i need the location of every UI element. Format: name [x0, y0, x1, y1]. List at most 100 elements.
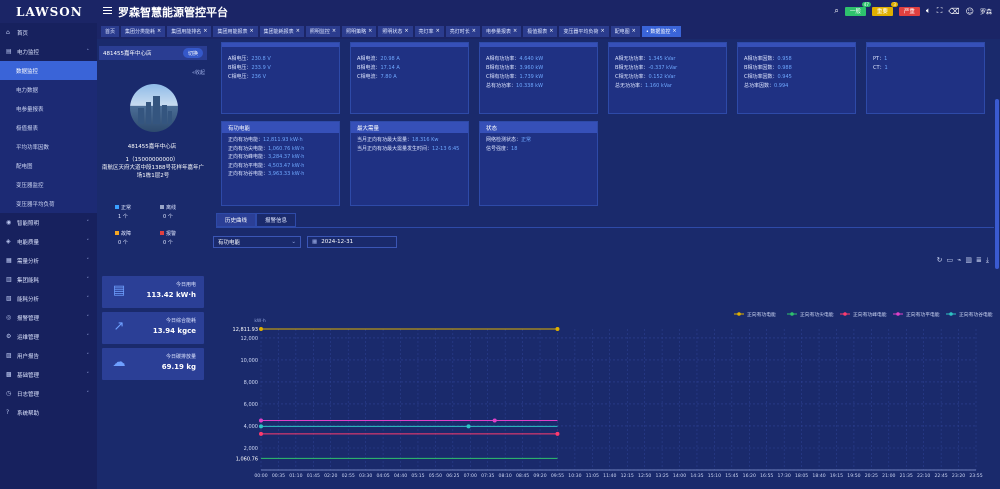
status-count: 1 个 — [118, 214, 128, 220]
x-tick-label: 14:00 — [673, 473, 686, 479]
metric-key: 正向有功尖电能： — [228, 145, 269, 152]
tab-item[interactable]: 极值报表 × — [523, 25, 558, 37]
sidebar-item-alarm[interactable]: ◎ 报警管理 ˅ — [0, 308, 97, 327]
metric-value: 233.9 V — [251, 65, 271, 71]
tab-item[interactable]: 集团分类能耗 × — [121, 25, 166, 37]
metric-value: 4,503.47 kW·h — [268, 162, 305, 169]
clear-icon[interactable]: ⌫ — [948, 7, 959, 16]
sidebar-item-label: 基础管理 — [17, 372, 40, 379]
close-icon[interactable]: × — [404, 28, 408, 34]
fullscreen-icon[interactable]: ⛶ — [937, 6, 943, 16]
close-icon[interactable]: × — [157, 28, 161, 34]
tab-item[interactable]: 集团能耗报表 × — [259, 25, 304, 37]
sidebar-item-home[interactable]: ⌂ 首页 — [0, 23, 97, 42]
metric-row: 网络检测状态：正常 — [486, 136, 591, 145]
close-icon[interactable]: × — [436, 28, 440, 34]
close-icon[interactable]: × — [600, 28, 604, 34]
metric-row: 总无功功率：1.160 kVar — [615, 82, 720, 91]
sidebar-item-log[interactable]: ◷ 日志管理 ˅ — [0, 384, 97, 403]
x-tick-label: 02:55 — [342, 473, 355, 479]
sidebar-item-basic[interactable]: ▩ 基础管理 ˅ — [0, 365, 97, 384]
sidebar-item-maintenance[interactable]: ⚙ 运维管理 ˅ — [0, 327, 97, 346]
tab-item[interactable]: 首页 — [101, 25, 120, 37]
sidebar-item-help[interactable]: ? 系统帮助 — [0, 403, 97, 422]
tab-label: 配电图 — [614, 28, 630, 35]
tab-label: 照明策略 — [346, 28, 367, 35]
username[interactable]: 罗森 — [980, 7, 992, 16]
sidebar-item-demand[interactable]: ▦ 需量分析 ˅ — [0, 251, 97, 270]
sidebar-subitem[interactable]: 配电图 — [0, 156, 97, 175]
y-tick-label: 4,000 — [244, 424, 258, 430]
sidebar-subitem[interactable]: 电参量报表 — [0, 99, 97, 118]
page-scrollbar[interactable] — [995, 99, 999, 269]
close-icon[interactable]: × — [203, 28, 207, 34]
x-tick-label: 01:45 — [307, 473, 320, 479]
close-icon[interactable]: × — [672, 28, 676, 34]
tab-item[interactable]: 亮灯率 × — [414, 25, 444, 37]
sidebar-item-analysis[interactable]: ▧ 能耗分析 ˅ — [0, 289, 97, 308]
close-icon[interactable]: × — [296, 28, 300, 34]
tab-item[interactable]: 照明状态 × — [378, 25, 413, 37]
series-point — [259, 327, 263, 331]
sidebar-subitem[interactable]: 电力数据 — [0, 80, 97, 99]
tab-item[interactable]: 亮灯时长 × — [445, 25, 480, 37]
tab-label: • 数据监控 — [645, 28, 671, 35]
tab-item[interactable]: 变压器平均负荷 × — [559, 25, 609, 37]
sidebar-subitem[interactable]: 变压器监控 — [0, 175, 97, 194]
analysis-icon: ▧ — [6, 295, 12, 302]
status-label: 报警 — [166, 231, 177, 237]
tab-item[interactable]: 集团用能报表 × — [213, 25, 258, 37]
sidebar-item-quality[interactable]: ◈ 电能质量 ˅ — [0, 232, 97, 251]
volume-icon[interactable]: 🔈︎ — [926, 6, 931, 16]
metric-row: B相电压：233.9 V — [228, 64, 333, 73]
sidebar-item-power[interactable]: ▤ 电力监控 ˄ — [0, 42, 97, 61]
metric-row: CT：1 — [873, 64, 978, 73]
tab-item[interactable]: 照明策略 × — [342, 25, 377, 37]
alarm-level-important-pill[interactable]: 重要 3 — [871, 1, 898, 16]
legend-marker — [843, 312, 847, 316]
metric-card: A相有功功率：4.640 kW B相有功功率：3.960 kW C相有功功率：1.7… — [479, 42, 598, 114]
series-point — [555, 431, 560, 436]
user-avatar-icon[interactable]: ☺ — [966, 7, 974, 16]
tab-item[interactable]: 照明监控 × — [305, 25, 341, 37]
alarm-level-general-pill[interactable]: 一般 47 — [844, 1, 871, 16]
close-icon[interactable]: × — [368, 28, 372, 34]
chevron-down-icon: ˅ — [86, 276, 90, 283]
switch-store-button[interactable]: 切换 — [182, 48, 203, 58]
x-tick-label: 01:10 — [289, 473, 302, 479]
main-content: 481455嘉年中心店 切换 «收起 481455嘉年中心店 1（1500000… — [97, 39, 1000, 489]
tab-item[interactable]: 集团用能排名 × — [167, 25, 212, 37]
legend-label: 正向有功平电能 — [906, 311, 940, 318]
close-icon[interactable]: × — [249, 28, 253, 34]
sidebar-subitem[interactable]: 变压器平均负荷 — [0, 194, 97, 213]
metric-value: 7.80 A — [380, 74, 397, 80]
metric-row: C相电压：236 V — [228, 73, 333, 82]
chevron-down-icon: ˅ — [86, 333, 90, 340]
close-icon[interactable]: × — [472, 28, 476, 34]
status-swatch — [115, 231, 119, 235]
close-icon[interactable]: × — [513, 28, 517, 34]
sidebar-subitem[interactable]: 极值报表 — [0, 118, 97, 137]
tab-item[interactable]: 电参量报表 × — [481, 25, 522, 37]
metric-key: 正向有功电能： — [228, 137, 264, 143]
search-icon[interactable]: ⌕ — [834, 6, 838, 16]
metric-key: 当月正向有功最大需量： — [357, 137, 413, 143]
menu-toggle-icon[interactable] — [103, 5, 113, 15]
legend-label: 正向有功尖电能 — [800, 311, 834, 318]
sidebar-subitem[interactable]: 数据监控 — [0, 61, 97, 80]
close-icon[interactable]: × — [332, 28, 336, 34]
demand-icon: ▦ — [6, 257, 12, 264]
x-tick-label: 22:45 — [934, 473, 947, 479]
collapse-toggle[interactable]: «收起 — [192, 69, 205, 76]
sidebar-item-group[interactable]: ▥ 集团能耗 ˅ — [0, 270, 97, 289]
tab-item[interactable]: • 数据监控 × — [641, 25, 681, 37]
sidebar-item-report[interactable]: ▨ 用户报告 ˅ — [0, 346, 97, 365]
sidebar-item-lightbulb[interactable]: ◉ 智能照明 ˅ — [0, 213, 97, 232]
alarm-level-severe-pill[interactable]: 严重 — [898, 6, 920, 16]
x-tick-label: 00:00 — [254, 473, 267, 479]
tab-item[interactable]: 配电图 × — [610, 25, 640, 37]
close-icon[interactable]: × — [549, 28, 553, 34]
metric-key: C相无功功率： — [615, 74, 649, 80]
sidebar-subitem[interactable]: 平均功率因数 — [0, 137, 97, 156]
close-icon[interactable]: × — [632, 28, 636, 34]
